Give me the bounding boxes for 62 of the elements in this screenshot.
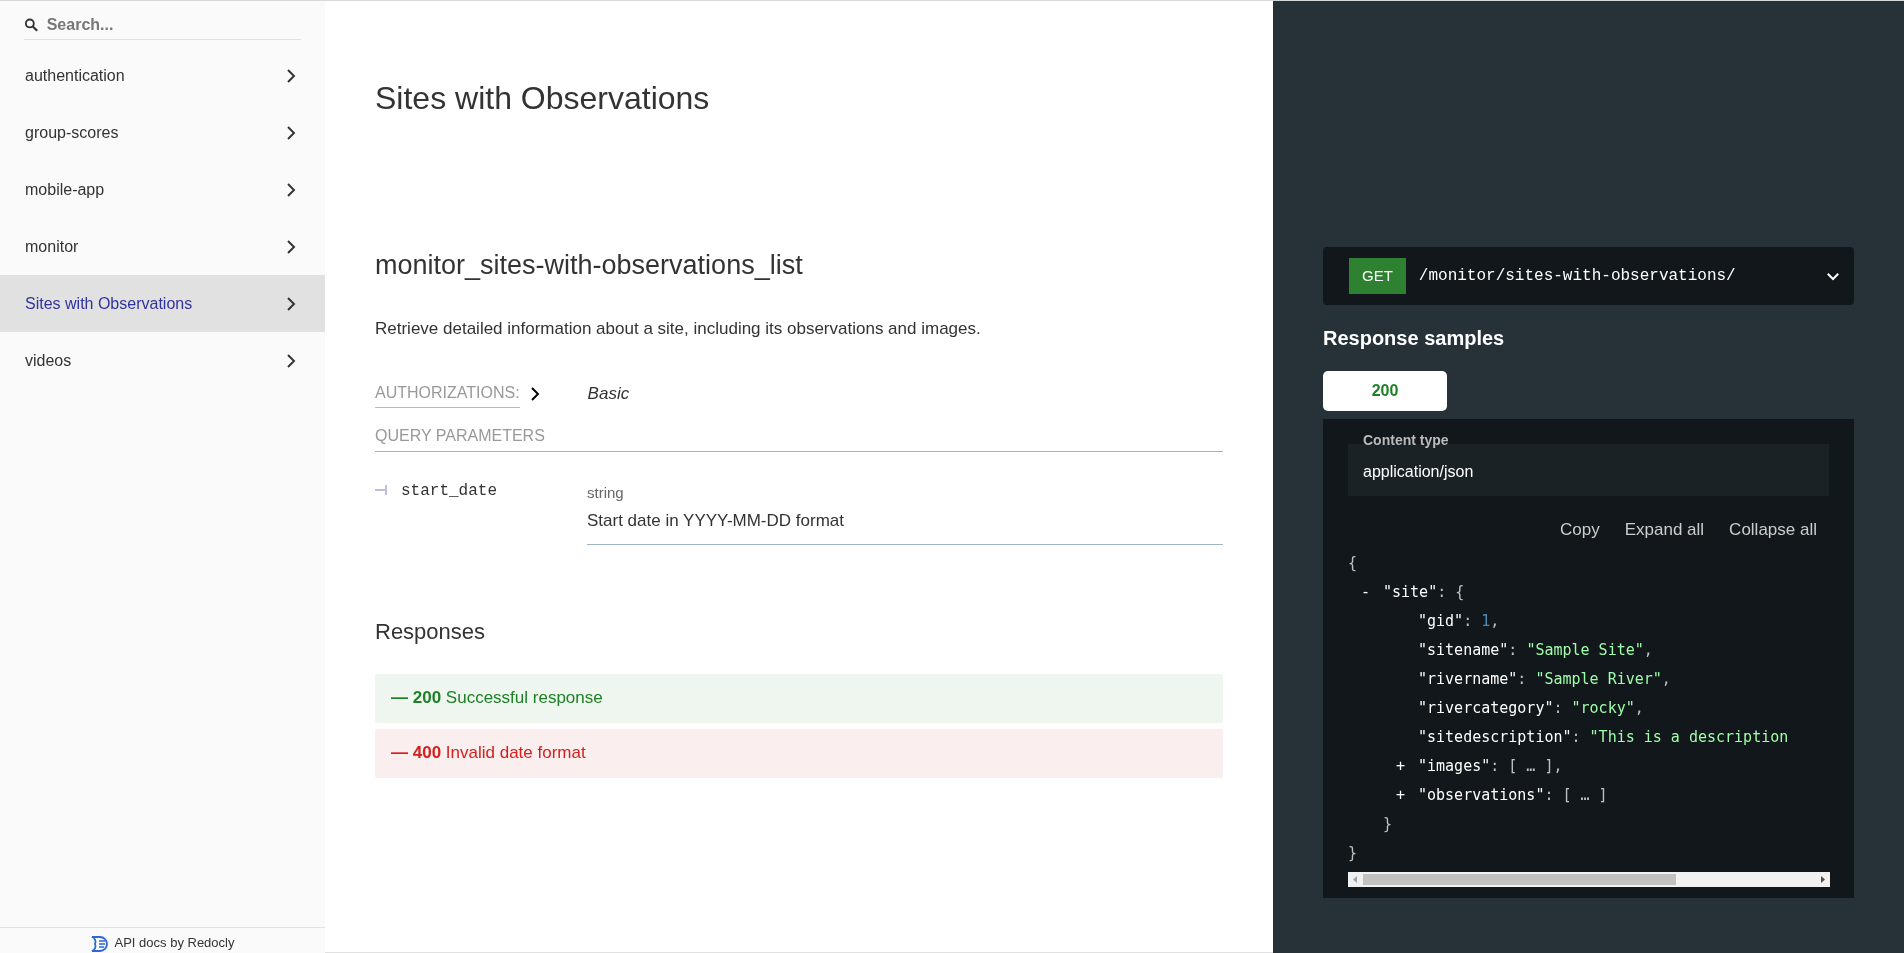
operation-title: monitor_sites-with-observations_list (375, 249, 804, 282)
parameter-description: Start date in YYYY-MM-DD format (587, 510, 845, 532)
code-token: } (1383, 813, 1393, 835)
code-token: : (1508, 639, 1519, 661)
code-token: : { (1437, 581, 1465, 603)
sidebar-item[interactable]: authentication (0, 47, 325, 104)
tree-line-icon (375, 484, 389, 495)
query-parameters-heading: QUERY PARAMETERS (375, 426, 545, 444)
code-token: "rocky" (1571, 697, 1635, 719)
code-token: "sitename" (1418, 639, 1509, 661)
code-token: : [ … ] (1544, 784, 1608, 806)
code-token: : (1463, 610, 1474, 632)
code-action-button[interactable]: Collapse all (1729, 517, 1817, 543)
code-token: { (1348, 552, 1358, 574)
response-row[interactable]: — 400 Invalid date format (375, 728, 1223, 778)
horizontal-scrollbar[interactable] (1348, 871, 1830, 887)
code-token: : (1517, 668, 1528, 690)
sidebar-item[interactable]: monitor (0, 218, 325, 275)
page-title: Sites with Observations (375, 79, 711, 118)
method-badge: GET (1349, 257, 1406, 295)
footer-link[interactable]: API docs by Redocly (114, 936, 235, 950)
code-token: : (1553, 697, 1564, 719)
parameter-name: start_date (401, 480, 497, 502)
responses-heading: Responses (375, 617, 487, 646)
code-token: "rivername" (1418, 668, 1518, 690)
code-token: "observations" (1418, 784, 1545, 806)
code-token: 1 (1481, 610, 1491, 632)
code-token: "site" (1383, 581, 1438, 603)
toggle-button[interactable]: + (1396, 754, 1406, 778)
search-field[interactable]: Search... (46, 12, 301, 37)
code-token: } (1348, 842, 1358, 864)
code-token: "Sample Site" (1526, 639, 1644, 661)
search-icon (24, 16, 39, 33)
parameter-type: string (587, 482, 625, 503)
code-token: "rivercategory" (1418, 697, 1554, 719)
sidebar-item[interactable]: mobile-app (0, 161, 325, 218)
code-token: "Sample River" (1535, 668, 1662, 690)
sidebar-item[interactable]: videos (0, 332, 325, 389)
code-token: : (1571, 726, 1582, 748)
sidebar-item[interactable]: Sites with Observations (0, 275, 325, 332)
code-token: , (1661, 668, 1671, 690)
operation-description: Retrieve detailed information about a site, including its observations and images. (375, 318, 982, 340)
redocly-logo-icon (90, 936, 109, 952)
code-token: "This is a description (1589, 726, 1789, 748)
endpoint-bar[interactable]: GET /monitor/sites-with-observations/ (1323, 247, 1854, 305)
code-action-button[interactable]: Copy (1560, 517, 1600, 543)
code-token: "sitedescription" (1418, 726, 1572, 748)
response-row[interactable]: — 200 Successful response (375, 673, 1223, 723)
code-token: "gid" (1418, 610, 1464, 632)
code-token: , (1643, 639, 1653, 661)
toggle-button[interactable]: - (1361, 580, 1371, 604)
sidebar-item[interactable]: group-scores (0, 104, 325, 161)
toggle-button[interactable]: + (1396, 783, 1406, 807)
status-tab[interactable]: 200 (1323, 371, 1447, 411)
code-token: "images" (1418, 755, 1491, 777)
response-samples-heading: Response samples (1323, 326, 1506, 351)
code-token: , (1634, 697, 1644, 719)
code-token: , (1490, 610, 1500, 632)
endpoint-path: /monitor/sites-with-observations/ (1418, 266, 1737, 287)
authorization-value: Basic (587, 383, 630, 406)
code-action-button[interactable]: Expand all (1624, 517, 1705, 543)
code-token: : [ … ], (1490, 755, 1563, 777)
